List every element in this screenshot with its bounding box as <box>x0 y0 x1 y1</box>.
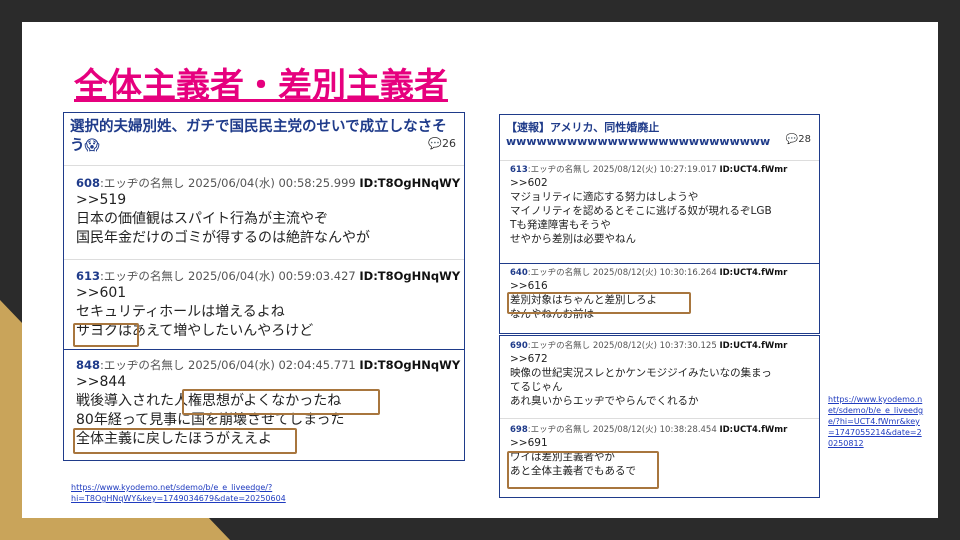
post-line: Tも発達障害もそうや <box>510 219 611 231</box>
comment-count-value: 26 <box>442 137 456 150</box>
post: 608:エッヂの名無し 2025/06/04(水) 00:58:25.999 I… <box>76 175 460 248</box>
comment-count: 💬28 <box>786 134 811 145</box>
post-id[interactable]: ID:T8OgHNqWY <box>359 269 460 283</box>
post-line: 国民年金だけのゴミが得するのは絶許なんやが <box>76 230 370 246</box>
thread-title[interactable]: 選択的夫婦別姓、ガチで国民民主党のせいで成立しなさそう😱 <box>70 118 455 156</box>
post-line: >>519 <box>76 192 127 208</box>
post-line: マジョリティに適応する努力はしようや <box>510 191 699 203</box>
slide: 全体主義者・差別主義者 選択的夫婦別姓、ガチで国民民主党のせいで成立しなさそう😱… <box>22 22 938 518</box>
post-id[interactable]: ID:UCT4.fWmr <box>719 165 787 175</box>
comment-icon: 💬 <box>785 134 799 145</box>
divider <box>500 263 819 264</box>
thread-title[interactable]: 【速報】アメリカ、同性婚廃止wwwwwwwwwwwwwwwwwwwwwwwwww <box>506 121 811 149</box>
post-header: :エッヂの名無し 2025/08/12(火) 10:30:16.264 <box>527 268 720 278</box>
post-number[interactable]: 613 <box>510 165 528 175</box>
source-url-right[interactable]: https://www.kyodemo.net/sdemo/b/e_e_live… <box>828 394 924 449</box>
right-thread-panel: 【速報】アメリカ、同性婚廃止wwwwwwwwwwwwwwwwwwwwwwwwww… <box>499 114 820 334</box>
post-header: :エッヂの名無し 2025/06/04(水) 00:59:03.427 <box>100 269 360 283</box>
post-line: 日本の価値観はスパイト行為が主流やぞ <box>76 211 328 227</box>
highlight-box <box>73 428 297 454</box>
post-number[interactable]: 613 <box>76 269 100 283</box>
comment-count: 💬26 <box>428 137 456 150</box>
divider <box>64 165 464 166</box>
divider <box>64 349 464 350</box>
post-id[interactable]: ID:T8OgHNqWY <box>359 358 460 372</box>
post-number[interactable]: 848 <box>76 358 100 372</box>
divider <box>500 418 819 419</box>
left-thread-panel: 選択的夫婦別姓、ガチで国民民主党のせいで成立しなさそう😱 💬26 608:エッヂ… <box>63 112 465 461</box>
post-header: :エッヂの名無し 2025/06/04(水) 02:04:45.771 <box>100 358 360 372</box>
post-header: :エッヂの名無し 2025/06/04(水) 00:58:25.999 <box>100 176 360 190</box>
post-line: >>691 <box>510 437 548 449</box>
right-thread-panel-2: 690:エッヂの名無し 2025/08/12(火) 10:37:30.125 I… <box>499 335 820 498</box>
post-line: セキュリティホールは増えるよね <box>76 304 285 320</box>
comment-icon: 💬 <box>428 137 442 150</box>
post-number[interactable]: 608 <box>76 176 100 190</box>
post-line: てるじゃん <box>510 381 563 393</box>
post-header: :エッヂの名無し 2025/08/12(火) 10:38:28.454 <box>527 425 720 435</box>
comment-count-value: 28 <box>798 134 811 145</box>
highlight-box <box>182 389 380 415</box>
post-number[interactable]: 690 <box>510 341 528 351</box>
post-id[interactable]: ID:UCT4.fWmr <box>719 425 787 435</box>
post-line: >>672 <box>510 353 548 365</box>
divider <box>500 160 819 161</box>
highlight-box <box>507 292 691 314</box>
slide-title: 全体主義者・差別主義者 <box>74 66 448 106</box>
post-line: マイノリティを認めるとそこに逃げる奴が現れるぞLGB <box>510 205 772 217</box>
post-header: :エッヂの名無し 2025/08/12(火) 10:27:19.017 <box>527 165 720 175</box>
post-line: せやから差別は必要やねん <box>510 233 636 245</box>
highlight-box <box>507 451 659 489</box>
post-line: >>602 <box>510 177 548 189</box>
post-id[interactable]: ID:T8OgHNqWY <box>359 176 460 190</box>
highlight-box <box>73 323 139 347</box>
source-url-left[interactable]: https://www.kyodemo.net/sdemo/b/e_e_live… <box>71 482 381 504</box>
post-line: >>616 <box>510 280 548 292</box>
post-number[interactable]: 698 <box>510 425 528 435</box>
post-header: :エッヂの名無し 2025/08/12(火) 10:37:30.125 <box>527 341 720 351</box>
post-number[interactable]: 640 <box>510 268 528 278</box>
divider <box>64 259 464 260</box>
post: 690:エッヂの名無し 2025/08/12(火) 10:37:30.125 I… <box>510 340 813 408</box>
post: 613:エッヂの名無し 2025/08/12(火) 10:27:19.017 I… <box>510 164 813 246</box>
post-line: あれ臭いからエッヂでやらんでくれるか <box>510 395 699 407</box>
post-line: 映像の世紀実況スレとかケンモジジイみたいなの集まっ <box>510 367 772 379</box>
post-id[interactable]: ID:UCT4.fWmr <box>719 341 787 351</box>
post-id[interactable]: ID:UCT4.fWmr <box>719 268 787 278</box>
post-line: >>601 <box>76 285 127 301</box>
